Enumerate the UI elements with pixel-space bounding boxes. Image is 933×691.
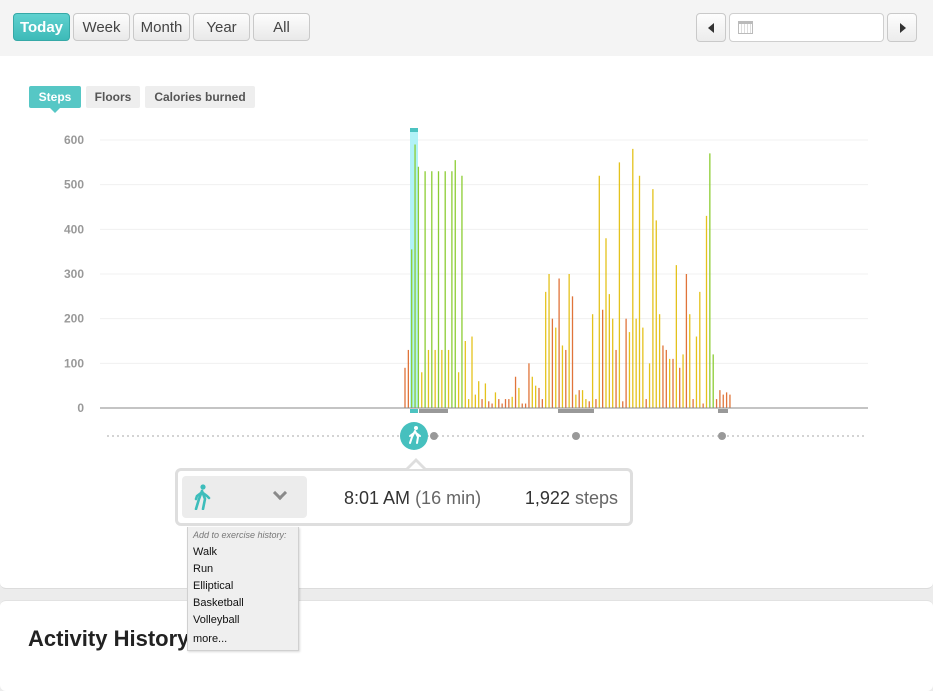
y-tick-label: 600 [64, 133, 84, 147]
y-tick-label: 300 [64, 267, 84, 281]
menu-item-more[interactable]: more... [193, 633, 227, 645]
menu-item-volleyball[interactable]: Volleyball [193, 614, 239, 626]
activity-type-dropdown[interactable] [182, 476, 307, 518]
activity-detail-popup: 8:01 AM (16 min) 1,922 steps [175, 458, 633, 526]
steps-bar-chart: 0 100 200 300 400 500 600 [64, 128, 868, 450]
marker-walker-head [414, 426, 418, 430]
y-tick-label: 200 [64, 312, 84, 326]
activity-steps-unit: steps [574, 488, 618, 508]
menu-item-elliptical[interactable]: Elliptical [193, 580, 233, 592]
y-tick-label: 0 [77, 401, 84, 415]
walking-person-icon [194, 484, 211, 510]
selection-cap [410, 128, 418, 132]
chevron-down-icon [272, 485, 288, 501]
activity-history-title: Activity History [28, 626, 190, 651]
activity-marker-dot [572, 432, 580, 440]
y-tick-label: 400 [64, 222, 84, 236]
activity-span-selected [410, 409, 418, 413]
y-tick-label: 100 [64, 356, 84, 370]
activity-span [419, 409, 448, 413]
menu-item-run[interactable]: Run [193, 563, 213, 575]
activity-steps-value: 1,922 [524, 488, 570, 508]
activity-marker-selected [400, 422, 428, 450]
exercise-history-menu: Add to exercise history: Walk Run Ellipt… [187, 527, 299, 651]
menu-item-basketball[interactable]: Basketball [193, 597, 244, 609]
menu-title: Add to exercise history: [193, 530, 287, 540]
activity-steps: 1,922 steps [525, 488, 618, 509]
activity-span [718, 409, 728, 413]
activity-start-time: 8:01 AM [344, 488, 411, 508]
activity-span [558, 409, 594, 413]
activity-marker-dot [430, 432, 438, 440]
activity-time: 8:01 AM (16 min) [344, 488, 481, 509]
y-tick-label: 500 [64, 178, 84, 192]
activity-duration: (16 min) [415, 488, 482, 508]
menu-item-walk[interactable]: Walk [193, 546, 217, 558]
activity-marker-dot [718, 432, 726, 440]
